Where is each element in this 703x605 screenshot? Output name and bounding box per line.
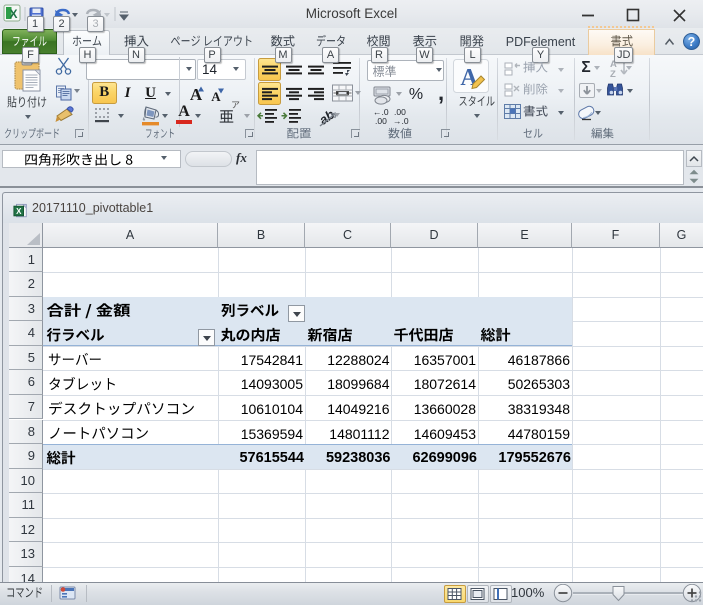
svg-text:ab: ab (316, 107, 337, 128)
svg-text:Z: Z (610, 69, 616, 79)
svg-text:X: X (9, 7, 17, 21)
svg-text:→.0: →.0 (393, 116, 409, 126)
svg-text:X: X (16, 207, 22, 216)
svg-text:.00: .00 (375, 116, 387, 126)
